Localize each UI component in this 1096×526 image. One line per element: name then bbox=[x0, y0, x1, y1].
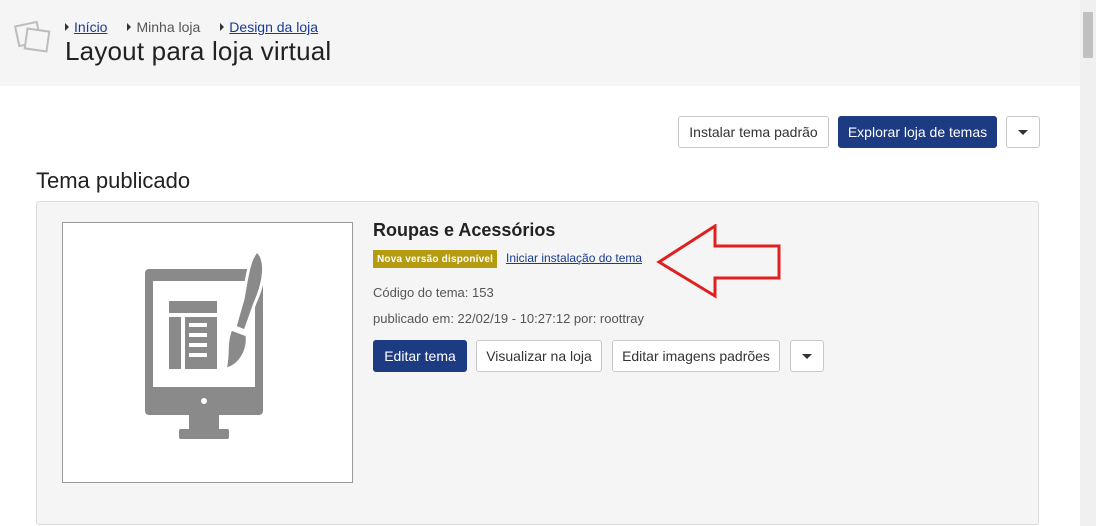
published-info: publicado em: 22/02/19 - 10:27:12 por: r… bbox=[373, 311, 645, 326]
breadcrumb-text-minha-loja: Minha loja bbox=[136, 19, 201, 35]
scrollbar-thumb[interactable] bbox=[1083, 12, 1093, 58]
breadcrumb-link-design[interactable]: Design da loja bbox=[229, 19, 318, 35]
explore-theme-store-button[interactable]: Explorar loja de temas bbox=[838, 116, 997, 148]
section-title: Tema publicado bbox=[36, 168, 191, 193]
theme-code: Código do tema: 153 bbox=[373, 285, 494, 300]
monitor-paintbrush-icon bbox=[145, 251, 265, 439]
edit-default-images-button[interactable]: Editar imagens padrões bbox=[612, 340, 780, 372]
page-header: Início Minha loja Design da loja Layout … bbox=[0, 0, 1080, 86]
theme-more-actions-dropdown[interactable] bbox=[790, 340, 824, 372]
caret-right-icon bbox=[65, 23, 69, 31]
theme-name: Roupas e Acessórios bbox=[373, 220, 556, 240]
breadcrumb-item-minha-loja: Minha loja bbox=[127, 19, 200, 35]
more-actions-dropdown[interactable] bbox=[1006, 116, 1040, 148]
explore-theme-store-label: Explorar loja de temas bbox=[847, 124, 988, 140]
red-arrow-annotation-icon bbox=[656, 224, 781, 299]
breadcrumb-item-design[interactable]: Design da loja bbox=[220, 19, 318, 35]
stacked-pages-icon bbox=[14, 20, 51, 53]
breadcrumb-item-inicio[interactable]: Início bbox=[65, 19, 107, 35]
theme-thumbnail bbox=[62, 222, 353, 483]
page-title: Layout para loja virtual bbox=[65, 36, 332, 66]
caret-down-icon bbox=[802, 353, 812, 359]
start-theme-install-link[interactable]: Iniciar instalação do tema bbox=[506, 251, 642, 265]
view-in-store-label: Visualizar na loja bbox=[486, 348, 592, 364]
install-default-theme-label: Instalar tema padrão bbox=[689, 124, 818, 140]
edit-default-images-label: Editar imagens padrões bbox=[622, 348, 770, 364]
edit-theme-button[interactable]: Editar tema bbox=[373, 340, 467, 372]
breadcrumb-link-inicio[interactable]: Início bbox=[74, 19, 107, 35]
new-version-badge: Nova versão disponível bbox=[373, 250, 498, 268]
install-default-theme-button[interactable]: Instalar tema padrão bbox=[678, 116, 829, 148]
view-in-store-button[interactable]: Visualizar na loja bbox=[476, 340, 602, 372]
caret-down-icon bbox=[1018, 129, 1028, 135]
vertical-scrollbar[interactable] bbox=[1080, 0, 1096, 526]
caret-right-icon bbox=[220, 23, 225, 31]
edit-theme-label: Editar tema bbox=[384, 348, 456, 364]
caret-right-icon bbox=[127, 23, 132, 31]
breadcrumb: Início Minha loja Design da loja bbox=[65, 18, 338, 36]
